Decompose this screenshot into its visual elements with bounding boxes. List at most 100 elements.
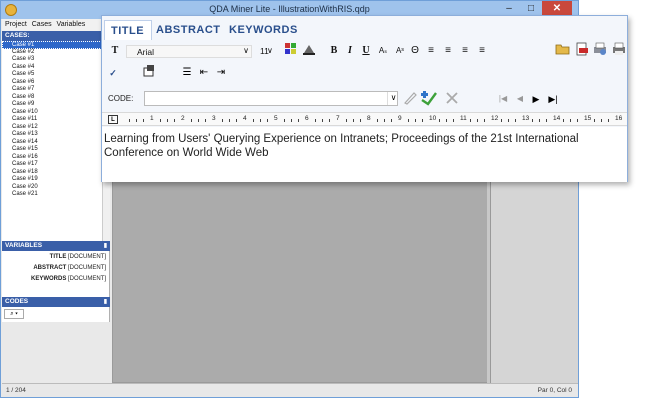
ruler-number: 14 — [553, 115, 561, 122]
case-list-item[interactable]: Case #16 — [2, 154, 102, 162]
italic-button[interactable]: I — [344, 42, 356, 60]
ruler-tick — [291, 119, 292, 122]
ruler-tick — [315, 119, 316, 122]
codes-search-button[interactable]: ⌕ ▾ — [4, 309, 24, 319]
ruler-tick — [205, 119, 206, 122]
strikethrough-button[interactable]: Θ — [409, 42, 421, 60]
justify-button[interactable]: ≡ — [476, 42, 488, 60]
previous-record-button[interactable]: ◀ — [514, 90, 526, 108]
add-code-icon[interactable] — [420, 90, 438, 108]
spell-check-button[interactable]: ✓ — [106, 64, 120, 82]
ruler-tick — [470, 119, 471, 122]
ruler-number: 7 — [336, 115, 340, 122]
tab-keywords[interactable]: KEYWORDS — [223, 20, 313, 40]
ruler-tick — [329, 119, 330, 122]
case-list-item[interactable]: Case #13 — [2, 131, 102, 139]
superscript-button[interactable]: Aˢ — [393, 42, 407, 60]
ruler-tick — [253, 119, 254, 122]
text-color-icon[interactable] — [284, 42, 298, 60]
menu-variables[interactable]: Variables — [54, 19, 86, 28]
panel-menu-icon[interactable]: ▮ — [104, 298, 107, 305]
case-list-item[interactable]: Case #3 — [2, 56, 102, 64]
ruler-tick — [577, 119, 578, 122]
code-select[interactable] — [144, 91, 398, 106]
ruler-tick — [508, 119, 509, 122]
case-list-item[interactable]: Case #4 — [2, 64, 102, 72]
underline-button[interactable]: U — [360, 42, 372, 60]
tab-stop-button[interactable]: L — [108, 115, 118, 124]
case-list-item[interactable]: Case #9 — [2, 101, 102, 109]
ruler-tick — [284, 119, 285, 122]
variable-item-title[interactable]: TITLE [DOCUMENT] — [2, 252, 110, 263]
font-name: Arial — [137, 47, 155, 57]
case-list-item[interactable]: Case #12 — [2, 124, 102, 132]
case-list-item[interactable]: Case #7 — [2, 86, 102, 94]
case-list-item[interactable]: Case #5 — [2, 71, 102, 79]
tab-abstract[interactable]: ABSTRACT — [150, 20, 230, 40]
highlight-icon[interactable] — [302, 42, 316, 60]
bullets-button[interactable]: ☰ — [180, 64, 194, 82]
ruler-tick — [422, 119, 423, 122]
ruler-tick — [322, 119, 323, 122]
document-text-area[interactable]: Learning from Users' Querying Experience… — [102, 127, 627, 182]
ruler-tick — [484, 119, 485, 122]
status-bar: 1 / 204 Par 0, Col 0 — [2, 383, 578, 397]
case-list-item[interactable]: Case #18 — [2, 169, 102, 177]
menu-cases[interactable]: Cases — [29, 19, 52, 28]
ruler-tick — [563, 119, 564, 122]
first-record-button[interactable]: |◀ — [496, 90, 510, 108]
case-list-item[interactable]: Case #19 — [2, 176, 102, 184]
ruler-tick — [174, 119, 175, 122]
case-list-item[interactable]: Case #17 — [2, 161, 102, 169]
case-list-item[interactable]: Case #10 — [2, 109, 102, 117]
insert-object-icon[interactable] — [142, 64, 156, 82]
case-list-item[interactable]: Case #2 — [2, 49, 102, 57]
indent-button[interactable]: ⇤ — [197, 64, 211, 82]
ruler-tick — [236, 119, 237, 122]
last-record-button[interactable]: ▶| — [546, 90, 560, 108]
font-select[interactable]: Arial ∨ — [126, 45, 252, 58]
format-toolbar: T Arial ∨ 11 ∨ B I U Aₛ Aˢ Θ ≡ ≡ ≡ ≡ — [102, 42, 627, 62]
case-list-item[interactable]: Case #21 — [2, 191, 102, 199]
pdf-icon[interactable] — [574, 42, 590, 60]
ruler-tick — [167, 119, 168, 122]
next-record-button[interactable]: ▶ — [530, 90, 542, 108]
align-center-button[interactable]: ≡ — [442, 42, 454, 60]
ruler-tick — [532, 119, 533, 122]
case-list-item[interactable]: Case #15 — [2, 146, 102, 154]
codes-tree[interactable] — [2, 322, 110, 383]
ruler: L 1 2 3 4 5 6 7 8 9 10 11 12 13 14 15 16 — [102, 112, 627, 126]
ruler-tick — [377, 119, 378, 122]
chevron-down-icon[interactable]: ∨ — [387, 92, 399, 105]
ruler-number: 6 — [305, 115, 309, 122]
paragraph-toolbar: ✓ ☰ ⇤ ⇥ — [102, 64, 627, 84]
pencil-icon[interactable] — [402, 90, 418, 108]
ruler-tick — [353, 119, 354, 122]
menu-project[interactable]: Project — [2, 19, 27, 28]
variable-name: ABSTRACT — [33, 265, 67, 271]
print-icon[interactable] — [611, 42, 627, 60]
document-workspace — [112, 179, 490, 383]
ruler-number: 5 — [274, 115, 278, 122]
variable-name: KEYWORDS — [30, 276, 67, 282]
outdent-button[interactable]: ⇥ — [214, 64, 228, 82]
case-list-item[interactable]: Case #11 — [2, 116, 102, 124]
remove-code-icon[interactable] — [444, 90, 460, 108]
ruler-tick — [446, 119, 447, 122]
case-list-item[interactable]: Case #1 — [2, 41, 102, 49]
bold-button[interactable]: B — [328, 42, 340, 60]
subscript-button[interactable]: Aₛ — [376, 42, 390, 60]
case-list-item[interactable]: Case #14 — [2, 139, 102, 147]
variable-item-abstract[interactable]: ABSTRACT [DOCUMENT] — [2, 263, 110, 274]
variable-item-keywords[interactable]: KEYWORDS [DOCUMENT] — [2, 274, 110, 285]
case-list-item[interactable]: Case #8 — [2, 94, 102, 102]
align-right-button[interactable]: ≡ — [459, 42, 471, 60]
variables-header-label: VARIABLES — [5, 242, 43, 249]
panel-menu-icon[interactable]: ▮ — [104, 242, 107, 249]
tab-title[interactable]: TITLE — [104, 20, 152, 40]
align-left-button[interactable]: ≡ — [425, 42, 437, 60]
print-preview-icon[interactable] — [592, 42, 608, 60]
open-folder-icon[interactable] — [555, 42, 571, 60]
case-list-item[interactable]: Case #6 — [2, 79, 102, 87]
case-list-item[interactable]: Case #20 — [2, 184, 102, 192]
